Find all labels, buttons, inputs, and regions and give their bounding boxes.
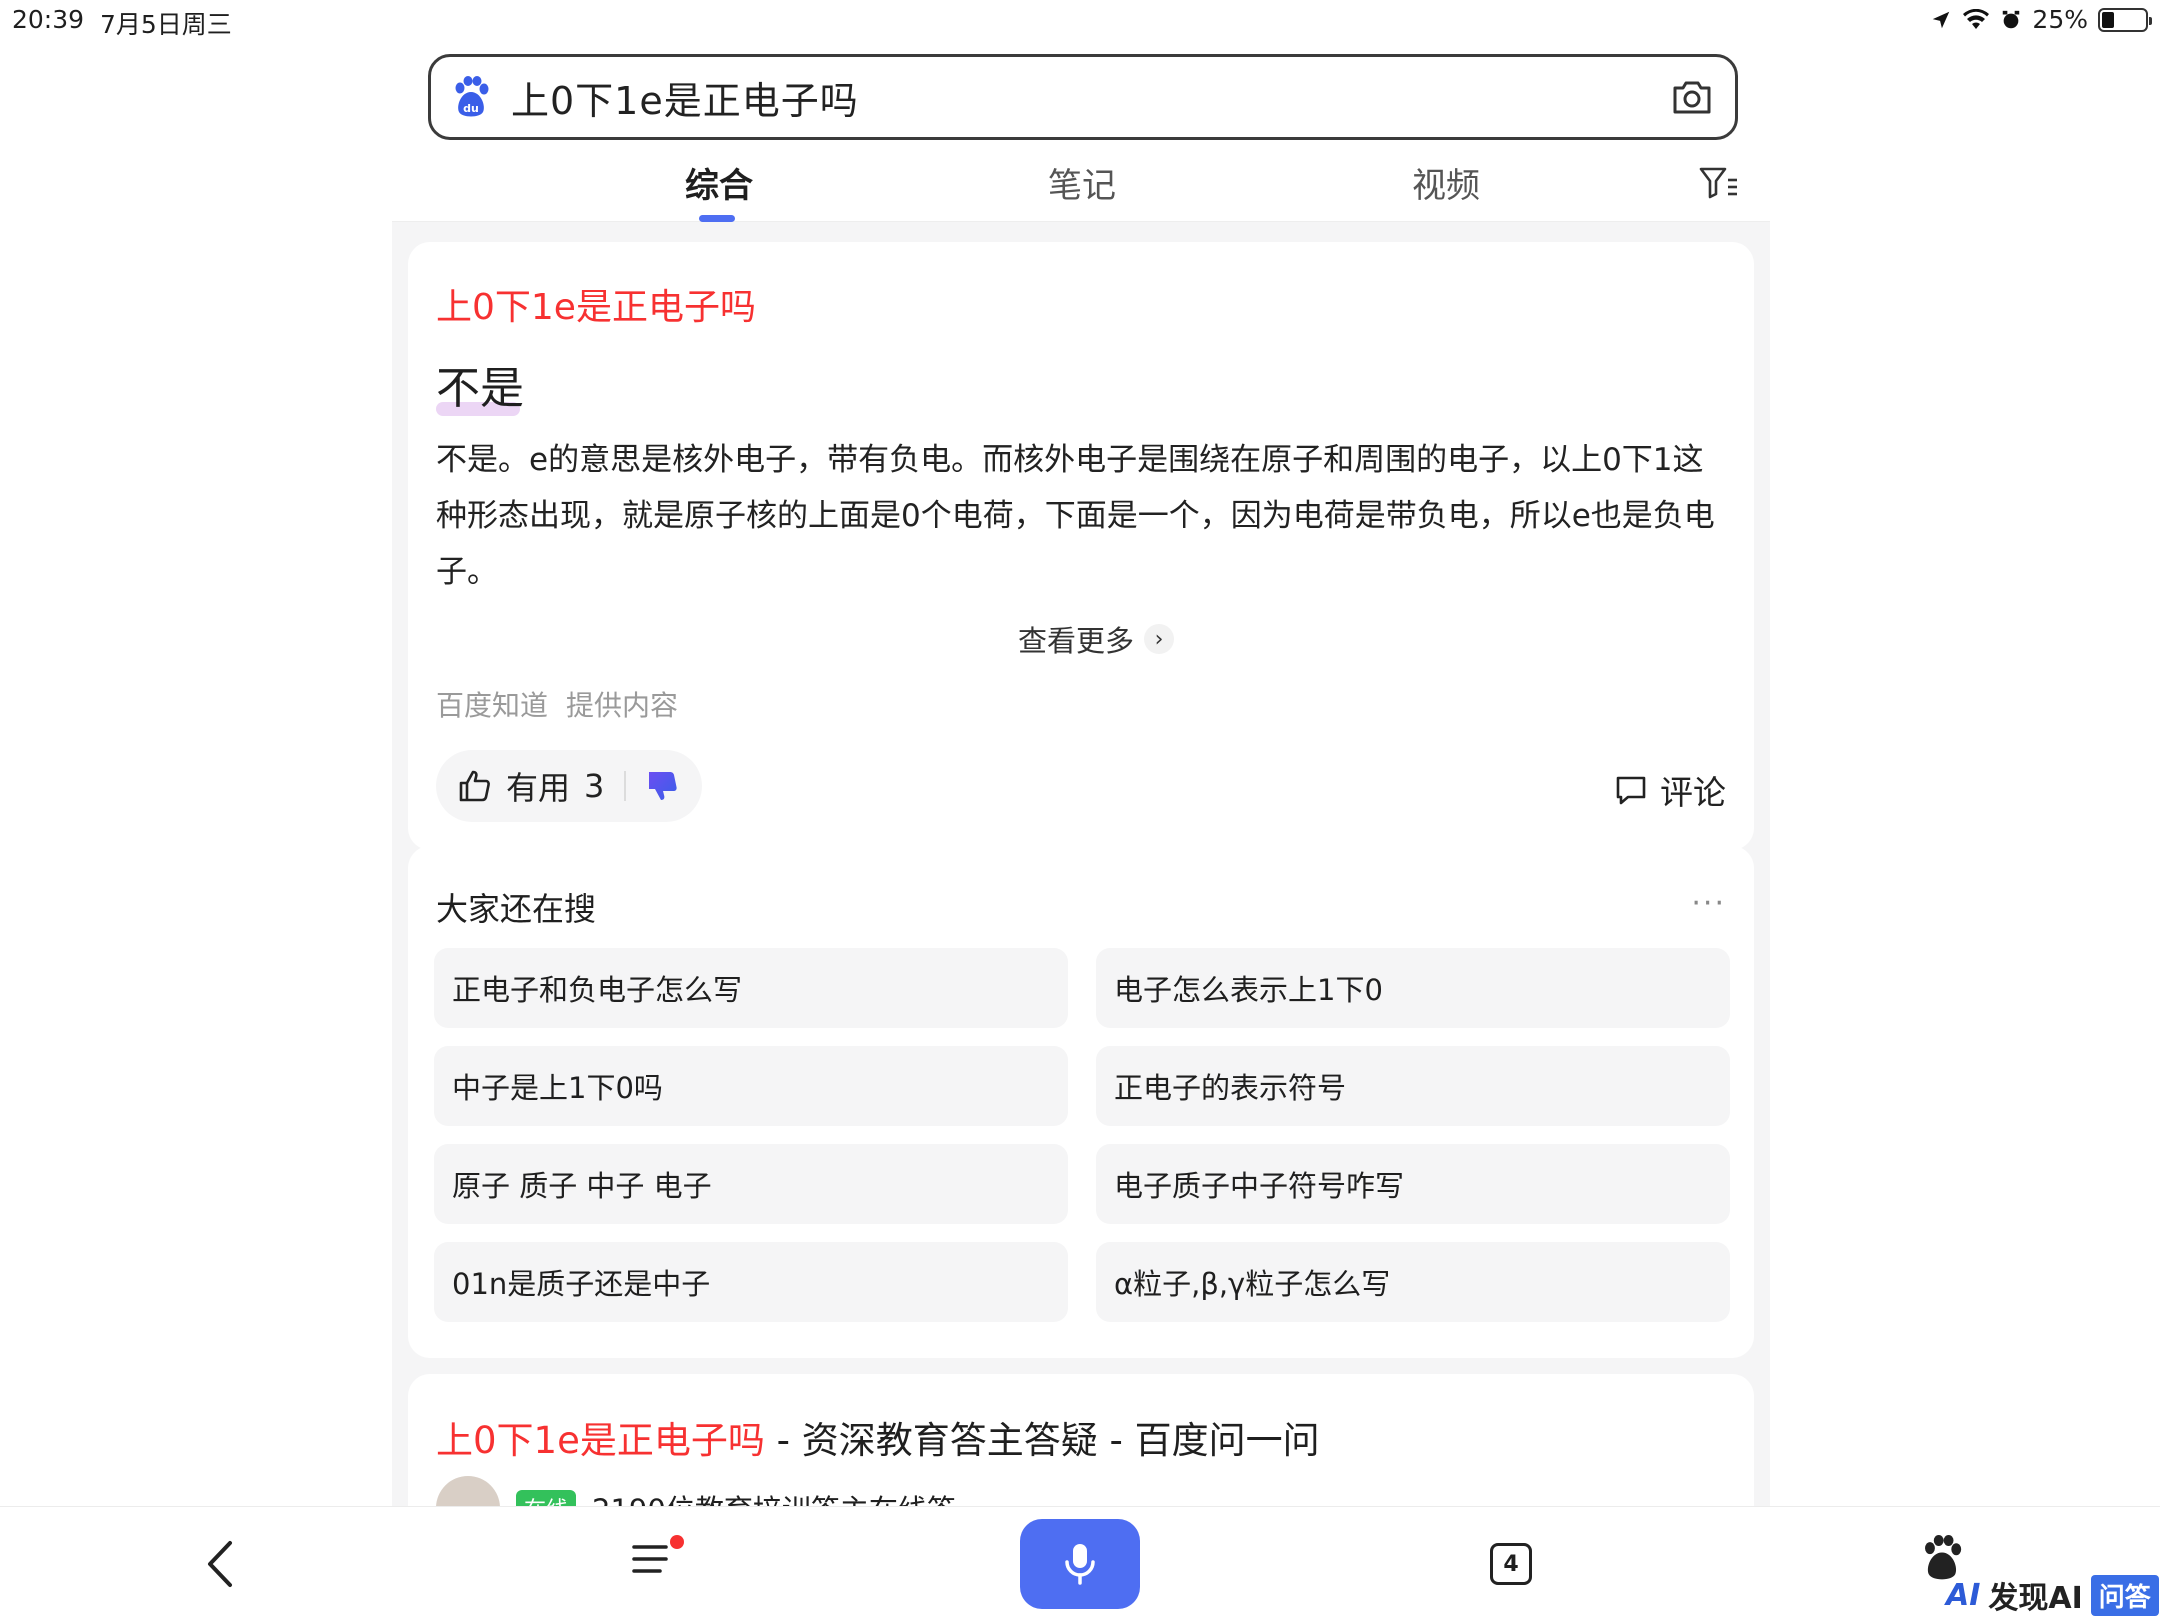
comment-label: 评论 [1660, 773, 1726, 812]
result-title[interactable]: 上0下1e是正电子吗 - 资深教育答主答疑 - 百度问一问 [436, 1410, 1320, 1464]
related-search-item[interactable]: 电子质子中子符号咋写 [1096, 1144, 1730, 1224]
view-more-button[interactable]: 查看更多 › [1018, 618, 1175, 660]
microphone-icon [1065, 1544, 1095, 1585]
watermark-box: 问答 [2090, 1574, 2159, 1616]
answer-source: 百度知道 提供内容 [436, 684, 696, 724]
status-indicators: 25% [1930, 5, 2152, 34]
answer-title[interactable]: 上0下1e是正电子吗 [436, 278, 756, 330]
thumbs-down-icon[interactable] [646, 769, 680, 803]
watermark-text: 发现AI [1988, 1581, 2083, 1616]
back-icon[interactable] [200, 1537, 240, 1591]
search-box[interactable]: du 上0下1e是正电子吗 [428, 54, 1738, 140]
avatar [436, 1476, 500, 1506]
battery-percent: 25% [2032, 5, 2088, 34]
online-badge: 在线 [516, 1490, 577, 1506]
answer-card: 上0下1e是正电子吗 不是 不是。e的意思是核外电子，带有负电。而核外电子是围绕… [408, 242, 1754, 850]
status-bar: 20:39 7月5日周三 25% [0, 0, 2160, 40]
result-card[interactable]: 上0下1e是正电子吗 - 资深教育答主答疑 - 百度问一问 在线 2190位教育… [408, 1374, 1754, 1506]
answer-body: 不是。e的意思是核外电子，带有负电。而核外电子是围绕在原子和周围的电子，以上0下… [436, 442, 1715, 590]
results-area: 上0下1e是正电子吗 不是 不是。e的意思是核外电子，带有负电。而核外电子是围绕… [392, 222, 1770, 1506]
camera-icon[interactable] [1669, 74, 1715, 120]
baidu-paw-icon[interactable]: du [451, 75, 491, 119]
tabs-count-button[interactable]: 4 [1490, 1543, 1532, 1585]
related-search-item[interactable]: 01n是质子还是中子 [434, 1242, 1068, 1322]
related-search-item[interactable]: 中子是上1下0吗 [434, 1046, 1068, 1126]
related-searches-title: 大家还在搜 [436, 890, 597, 928]
status-date: 7月5日周三 [100, 10, 232, 39]
related-search-item[interactable]: 正电子的表示符号 [1096, 1046, 1730, 1126]
related-search-item[interactable]: α粒子,β,γ粒子怎么写 [1096, 1242, 1730, 1322]
tab-all[interactable]: 综合 [685, 158, 753, 207]
location-icon [1933, 11, 1950, 28]
result-title-highlight: 上0下1e是正电子吗 [436, 1419, 765, 1462]
related-search-item[interactable]: 正电子和负电子怎么写 [434, 948, 1068, 1028]
bottom-toolbar: 4 AI 发现AI 问答 [0, 1506, 2160, 1620]
source-suffix: 提供内容 [566, 689, 679, 722]
status-time: 20:39 [12, 5, 85, 34]
wifi-icon [1963, 8, 1990, 29]
notification-dot [670, 1535, 684, 1549]
result-subtitle: 2190位教育培训答主在线答 [592, 1487, 956, 1506]
view-more-label: 查看更多 [1018, 624, 1135, 658]
watermark-logo: AI 发现AI 问答 [1946, 1573, 2159, 1617]
chevron-right-icon: › [1144, 624, 1175, 654]
result-meta: 在线 2190位教育培训答主在线答 [436, 1476, 956, 1506]
comment-button[interactable]: 评论 [1614, 766, 1726, 814]
related-searches-card: 大家还在搜 ··· 正电子和负电子怎么写 电子怎么表示上1下0 中子是上1下0吗… [408, 846, 1754, 1358]
source-name[interactable]: 百度知道 [436, 689, 548, 722]
search-input[interactable]: 上0下1e是正电子吗 [511, 70, 1669, 125]
menu-icon[interactable] [630, 1535, 684, 1587]
related-searches-grid: 正电子和负电子怎么写 电子怎么表示上1下0 中子是上1下0吗 正电子的表示符号 … [434, 948, 1730, 1322]
active-tab-indicator [699, 215, 735, 222]
tab-notes[interactable]: 笔记 [1048, 158, 1116, 207]
useful-count: 3 [584, 767, 605, 805]
watermark-ai: AI [1946, 1577, 1981, 1613]
search-tabs: 综合 笔记 视频 [392, 150, 1770, 222]
useful-label[interactable]: 有用 [506, 763, 570, 809]
more-options-icon[interactable]: ··· [1691, 886, 1726, 921]
alarm-icon [2003, 10, 2020, 28]
result-title-rest: - 资深教育答主答疑 - 百度问一问 [764, 1419, 1320, 1462]
filter-icon[interactable] [1699, 166, 1743, 202]
short-answer: 不是 [436, 363, 524, 414]
comment-icon [1616, 776, 1646, 805]
related-search-item[interactable]: 原子 质子 中子 电子 [434, 1144, 1068, 1224]
voice-search-button[interactable] [1020, 1519, 1140, 1609]
svg-text:du: du [463, 102, 479, 115]
battery-icon [2098, 7, 2152, 32]
thumbs-up-icon[interactable] [458, 769, 492, 803]
tab-video[interactable]: 视频 [1412, 158, 1480, 207]
vote-group: 有用 3 [436, 750, 703, 822]
vote-divider [624, 771, 627, 801]
related-search-item[interactable]: 电子怎么表示上1下0 [1096, 948, 1730, 1028]
